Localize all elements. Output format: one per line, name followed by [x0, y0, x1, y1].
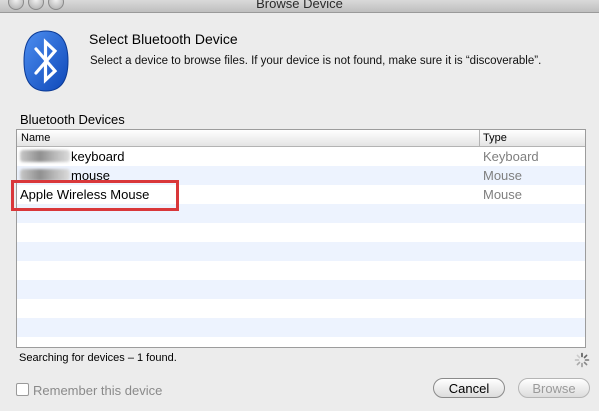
table-header: Name Type	[17, 130, 585, 147]
device-type: Mouse	[483, 187, 523, 202]
cancel-button[interactable]: Cancel	[433, 378, 505, 398]
device-name: keyboard	[71, 149, 125, 164]
column-header-name[interactable]: Name	[21, 132, 50, 144]
window-title: Browse Device	[256, 0, 343, 11]
table-row	[17, 318, 585, 337]
highlight-annotation-box	[11, 180, 179, 211]
browse-button[interactable]: Browse	[518, 378, 590, 398]
remember-device-label: Remember this device	[33, 383, 163, 398]
search-status-text: Searching for devices – 1 found.	[19, 352, 177, 364]
device-name-cell: keyboard	[20, 149, 124, 164]
table-row	[17, 242, 585, 261]
dialog-heading: Select Bluetooth Device	[89, 31, 238, 47]
remember-device-checkbox[interactable]	[16, 383, 29, 396]
remember-device-option[interactable]: Remember this device	[16, 383, 162, 398]
spinner-icon	[574, 352, 590, 368]
table-row	[17, 223, 585, 242]
table-row[interactable]: keyboard Keyboard	[17, 147, 585, 166]
device-type: Keyboard	[483, 149, 539, 164]
dialog-instructions: Select a device to browse files. If your…	[90, 55, 542, 67]
table-row	[17, 299, 585, 318]
bluetooth-icon	[23, 30, 69, 92]
column-header-type[interactable]: Type	[483, 132, 507, 144]
title-bar: Browse Device	[0, 0, 599, 13]
table-row	[17, 261, 585, 280]
device-rows: keyboard Keyboard mouse Mouse Apple Wire…	[17, 147, 585, 347]
devices-section-label: Bluetooth Devices	[20, 112, 125, 127]
table-row	[17, 280, 585, 299]
obscured-name-redaction	[20, 150, 70, 162]
device-type: Mouse	[483, 168, 523, 183]
column-divider[interactable]	[479, 130, 480, 146]
device-table[interactable]: Name Type keyboard Keyboard mouse Mouse …	[16, 129, 586, 348]
table-row	[17, 337, 585, 347]
